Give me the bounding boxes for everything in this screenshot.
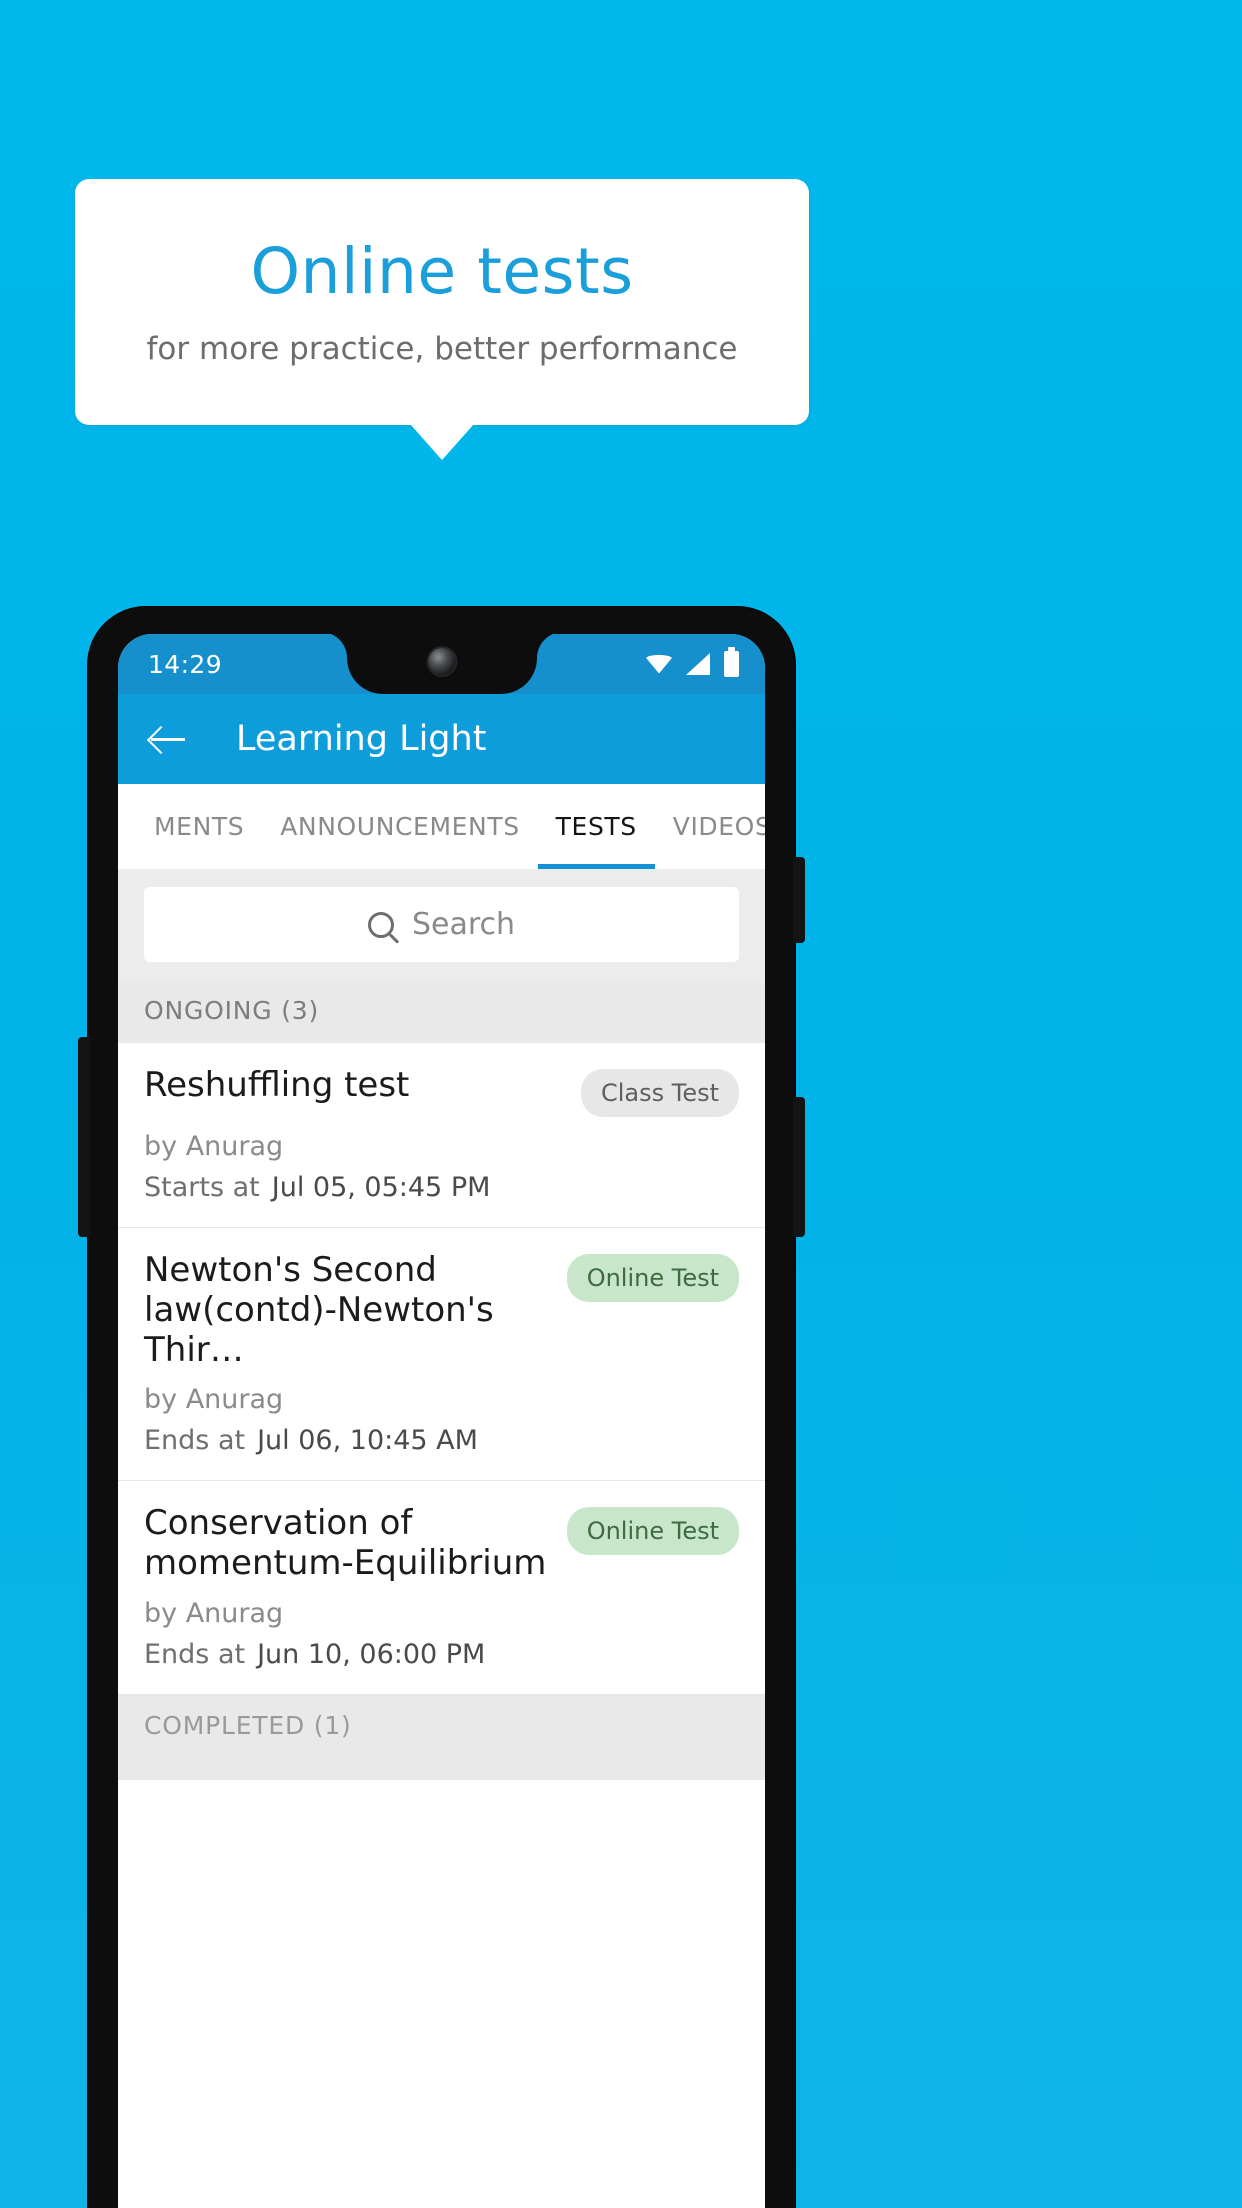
promo-card: Online tests for more practice, better p… xyxy=(75,179,809,425)
tab-assignments[interactable]: MENTS xyxy=(136,784,262,869)
test-time-label: Ends at xyxy=(144,1638,246,1670)
tab-videos[interactable]: VIDEOS xyxy=(655,784,765,869)
test-item-top: Newton's Second law(contd)-Newton's Thir… xyxy=(144,1250,739,1370)
tab-active-indicator xyxy=(537,864,655,869)
tab-tests-wrap: TESTS xyxy=(537,784,655,869)
test-author: by Anurag xyxy=(144,1597,284,1629)
tests-content: Search ONGOING (3) Reshuffling test Clas… xyxy=(118,869,765,1780)
app-bar-title: Learning Light xyxy=(236,719,487,759)
phone-power-button xyxy=(793,857,805,943)
test-time: Starts at Jul 05, 05:45 PM xyxy=(144,1172,739,1203)
status-bar: 14:29 xyxy=(118,634,765,694)
status-badge: Online Test xyxy=(566,1254,739,1302)
speech-bubble-tail xyxy=(410,424,474,460)
signal-icon xyxy=(686,653,710,675)
phone-left-button xyxy=(78,1037,90,1237)
test-time-value: Jun 10, 06:00 PM xyxy=(257,1638,486,1670)
section-header-ongoing: ONGOING (3) xyxy=(118,982,765,1043)
tab-bar: MENTS ANNOUNCEMENTS TESTS VIDEOS xyxy=(118,784,765,869)
test-time-label: Starts at xyxy=(144,1172,260,1203)
section-header-completed: COMPLETED (1) xyxy=(118,1694,765,1780)
test-time: Ends at Jun 10, 06:00 PM xyxy=(144,1639,739,1670)
promo-title: Online tests xyxy=(250,235,634,309)
test-time: Ends at Jul 06, 10:45 AM xyxy=(144,1425,739,1456)
phone-notch xyxy=(346,634,537,694)
status-icons xyxy=(646,647,739,677)
tab-label: MENTS xyxy=(154,812,245,841)
app-bar: Learning Light xyxy=(118,694,765,784)
test-time-value: Jul 06, 10:45 AM xyxy=(257,1425,478,1457)
search-input[interactable]: Search xyxy=(144,887,739,962)
status-badge: Online Test xyxy=(566,1507,739,1556)
tab-label: TESTS xyxy=(555,812,637,841)
search-icon xyxy=(367,911,394,938)
tab-label: VIDEOS xyxy=(672,812,765,841)
status-time: 14:29 xyxy=(148,649,223,679)
battery-icon xyxy=(724,647,739,677)
test-title: Reshuffling test xyxy=(144,1065,410,1105)
test-list-item[interactable]: Conservation of momentum-Equilibrium Onl… xyxy=(118,1481,765,1695)
back-arrow-icon[interactable] xyxy=(148,719,188,759)
test-title: Newton's Second law(contd)-Newton's Thir… xyxy=(144,1250,494,1371)
phone-volume-button xyxy=(793,1097,805,1237)
front-camera-icon xyxy=(428,648,455,675)
tab-label: ANNOUNCEMENTS xyxy=(280,812,520,841)
tab-tests[interactable]: TESTS xyxy=(538,784,655,869)
status-badge: Class Test xyxy=(580,1069,739,1117)
test-title: Conservation of momentum-Equilibrium xyxy=(144,1503,547,1584)
test-author: by Anurag xyxy=(144,1384,284,1416)
search-placeholder: Search xyxy=(411,907,516,942)
tab-announcements[interactable]: ANNOUNCEMENTS xyxy=(262,784,537,869)
promo-subtitle: for more practice, better performance xyxy=(146,330,738,367)
test-item-top: Reshuffling test Class Test xyxy=(144,1065,739,1117)
test-time-value: Jul 05, 05:45 PM xyxy=(271,1172,491,1203)
wifi-icon xyxy=(646,654,672,674)
search-zone: Search xyxy=(118,869,765,982)
phone-screen: 14:29 Learning Light MENTS ANNOUNCEMENTS xyxy=(118,634,765,2208)
test-author: by Anurag xyxy=(144,1131,284,1162)
test-item-top: Conservation of momentum-Equilibrium Onl… xyxy=(144,1503,739,1583)
test-time-label: Ends at xyxy=(144,1425,246,1457)
test-list-item[interactable]: Newton's Second law(contd)-Newton's Thir… xyxy=(118,1228,765,1482)
phone-mockup: 14:29 Learning Light MENTS ANNOUNCEMENTS xyxy=(78,607,805,2208)
test-list-item[interactable]: Reshuffling test Class Test by Anurag St… xyxy=(118,1043,765,1228)
